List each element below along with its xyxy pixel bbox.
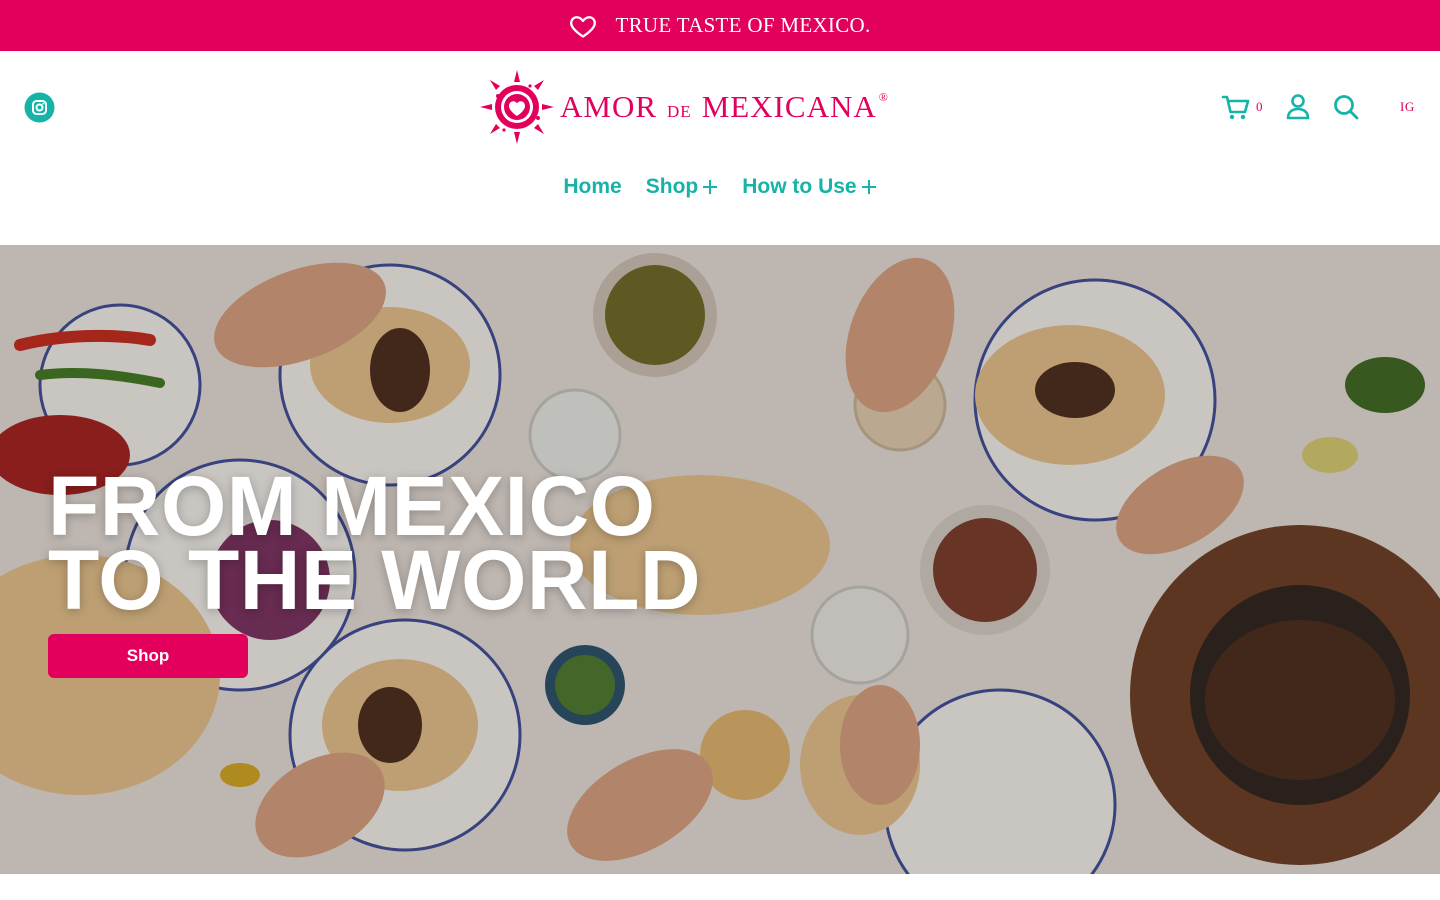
nav-item-shop[interactable]: Shop (646, 175, 719, 199)
cart-icon[interactable] (1221, 91, 1251, 123)
nav-item-label: How to Use (742, 175, 857, 198)
hero-title: FROM MEXICO TO THE WORLD (48, 459, 702, 627)
instagram-icon[interactable] (24, 92, 55, 123)
plus-icon (861, 179, 877, 195)
site-logo[interactable]: AMOR DE MEXICANA ® (480, 69, 960, 145)
main-nav: Home Shop How to Use (0, 175, 1440, 199)
nav-item-label: Shop (645, 175, 699, 198)
search-icon[interactable] (1332, 91, 1360, 123)
language-selector[interactable]: IG (1400, 99, 1415, 115)
logo-word-de: DE (667, 102, 692, 121)
nav-item-how-to-use[interactable]: How to Use (742, 175, 876, 199)
nav-item-label: Home (563, 175, 622, 198)
logo-registered-mark: ® (878, 90, 889, 104)
user-icon[interactable] (1285, 91, 1311, 123)
logo-word-amor: AMOR (560, 89, 658, 124)
plus-icon (702, 179, 718, 195)
hero-title-line-1: FROM MEXICO (48, 459, 656, 553)
shop-button[interactable]: Shop (48, 634, 248, 678)
announcement-bar: TRUE TASTE OF MEXICO. (0, 0, 1440, 51)
announcement-text: TRUE TASTE OF MEXICO. (615, 13, 871, 37)
nav-item-home[interactable]: Home (563, 175, 621, 199)
heart-outline-icon (569, 12, 597, 40)
logo-wordmark: AMOR DE MEXICANA ® (560, 89, 889, 125)
logo-word-mexicana: MEXICANA (701, 89, 877, 124)
logo-heart-mark-icon (480, 70, 554, 144)
hero-banner: FROM MEXICO TO THE WORLD Shop (0, 245, 1440, 874)
cart-count[interactable]: 0 (1256, 99, 1263, 115)
site-header: AMOR DE MEXICANA ® 0 IG Home Shop How to… (0, 51, 1440, 245)
hero-title-line-2: TO THE WORLD (48, 533, 702, 627)
